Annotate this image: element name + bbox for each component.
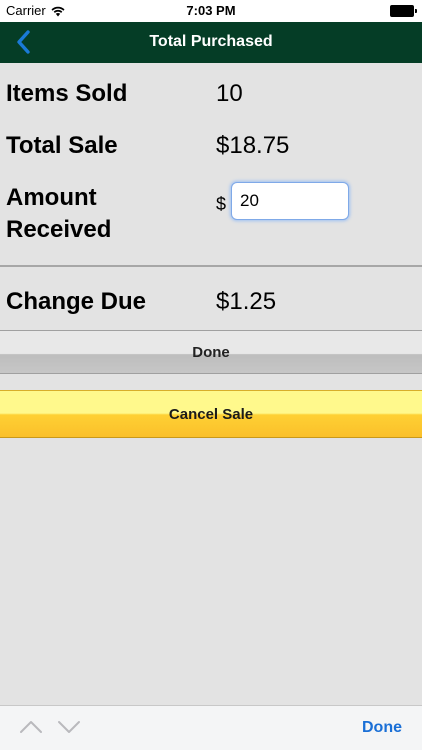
status-bar: Carrier 7:03 PM bbox=[0, 0, 422, 22]
items-sold-value: 10 bbox=[216, 80, 243, 107]
total-sale-row: Total Sale $18.75 bbox=[0, 130, 422, 162]
amount-received-row: Amount Received $ bbox=[0, 182, 422, 248]
total-sale-value: $18.75 bbox=[216, 132, 290, 159]
status-time: 7:03 PM bbox=[186, 3, 236, 18]
amount-received-label-line1: Amount bbox=[6, 184, 97, 211]
screen: Carrier 7:03 PM Total Purchased Items So… bbox=[0, 0, 422, 750]
amount-received-label-line2: Received bbox=[6, 216, 112, 243]
items-sold-row: Items Sold 10 bbox=[0, 78, 422, 110]
divider bbox=[0, 265, 422, 267]
keyboard-done-button[interactable]: Done bbox=[362, 719, 402, 737]
done-button[interactable]: Done bbox=[0, 330, 422, 374]
keyboard-accessory-bar: Done bbox=[0, 705, 422, 750]
cancel-sale-button[interactable]: Cancel Sale bbox=[0, 390, 422, 438]
battery-icon bbox=[390, 5, 417, 17]
total-sale-label: Total Sale bbox=[6, 132, 118, 159]
nav-bar: Total Purchased bbox=[0, 22, 422, 63]
amount-received-input[interactable] bbox=[231, 182, 349, 220]
change-due-value: $1.25 bbox=[216, 288, 277, 315]
page-title: Total Purchased bbox=[149, 33, 273, 50]
change-due-label: Change Due bbox=[6, 288, 147, 315]
change-due-row: Change Due $1.25 bbox=[0, 286, 422, 318]
currency-symbol: $ bbox=[216, 194, 227, 214]
items-sold-label: Items Sold bbox=[6, 80, 128, 107]
chevron-up-icon[interactable] bbox=[18, 718, 44, 736]
chevron-down-icon[interactable] bbox=[56, 718, 82, 736]
